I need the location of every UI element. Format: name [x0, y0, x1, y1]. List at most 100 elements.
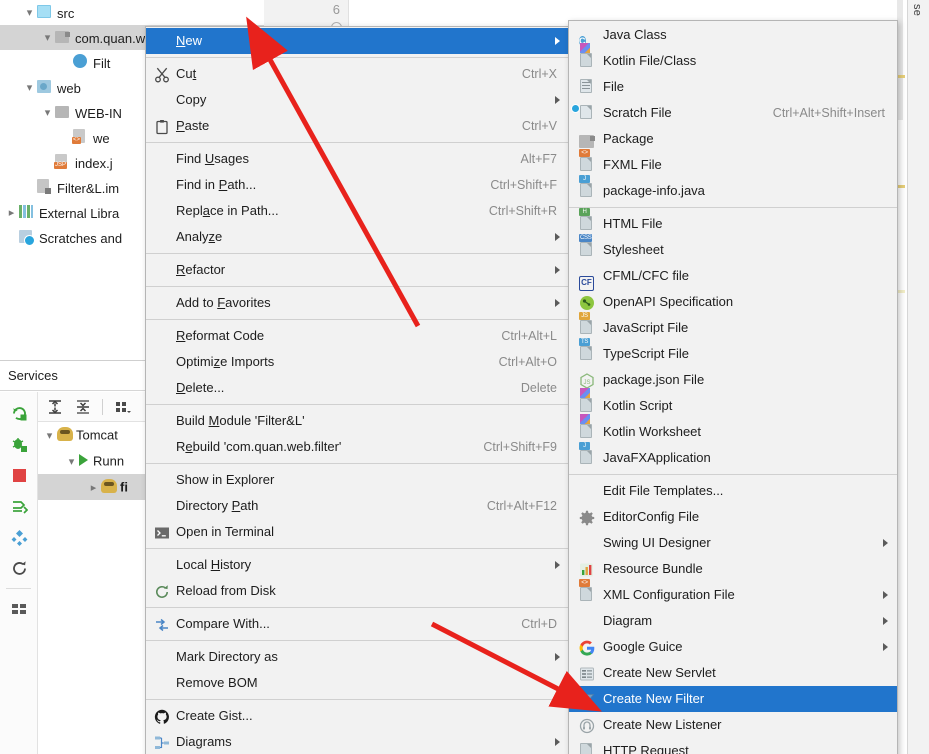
new-submenu-item[interactable]: C Java Class [569, 22, 897, 48]
new-submenu-item[interactable]: CSS Stylesheet [569, 234, 897, 263]
java-class-icon: C [579, 36, 586, 46]
new-submenu-item[interactable]: Swing UI Designer [569, 530, 897, 556]
menu-item-label: File [603, 79, 624, 94]
chevron-right-icon[interactable]: ▸ [4, 201, 19, 226]
new-submenu-item[interactable]: HTTP Request [569, 738, 897, 754]
expand-all-icon[interactable] [42, 395, 68, 419]
listener-icon [579, 717, 595, 734]
chevron-down-icon[interactable]: ▾ [40, 101, 55, 126]
new-submenu[interactable]: C Java Class Kotlin File/Class File Scratch … [568, 20, 898, 754]
new-submenu-item[interactable]: Kotlin File/Class [569, 43, 897, 74]
chevron-down-icon[interactable]: ▾ [22, 1, 37, 26]
new-submenu-item[interactable]: <> FXML File [569, 149, 897, 178]
project-context-menu[interactable]: New Cut Ctrl+X Copy Paste Ctrl+V Find Usages Al… [145, 26, 570, 754]
project-tree-item-label: Filt [93, 56, 111, 72]
project-tree-item-label: src [57, 6, 75, 22]
context-menu-item[interactable]: Show in Explorer [146, 467, 569, 493]
new-submenu-item[interactable]: EditorConfig File [569, 504, 897, 530]
menu-item-label: Diagrams [176, 734, 232, 749]
submenu-arrow-icon [883, 591, 888, 599]
chevron-down-icon[interactable]: ▾ [64, 449, 79, 475]
menu-separator [146, 607, 569, 608]
new-submenu-item[interactable]: Google Guice [569, 634, 897, 660]
context-menu-item[interactable]: Mark Directory as [146, 644, 569, 670]
project-tree-item-label: index.j [75, 156, 113, 172]
context-menu-item[interactable]: Reformat Code Ctrl+Alt+L [146, 323, 569, 349]
deploy-icon[interactable] [0, 491, 38, 522]
chevron-right-icon[interactable]: ▸ [86, 475, 101, 501]
services-action-sidebar[interactable] [0, 392, 38, 754]
new-submenu-item[interactable]: File [569, 74, 897, 100]
menu-item-label: Delete... [176, 380, 225, 395]
project-tree-item[interactable]: ▾ src [0, 0, 264, 25]
submenu-arrow-icon [883, 643, 888, 651]
menu-item-label: Find Usages [176, 151, 249, 166]
context-menu-item[interactable]: Find in Path... Ctrl+Shift+F [146, 172, 569, 198]
context-menu-item[interactable]: Copy [146, 87, 569, 113]
openapi-icon [579, 294, 595, 310]
new-submenu-item[interactable]: J JavaFXApplication [569, 442, 897, 471]
new-submenu-item[interactable]: Create New Filter [569, 686, 897, 712]
new-submenu-item[interactable]: <> XML Configuration File [569, 579, 897, 608]
file-icon [579, 79, 595, 95]
new-submenu-item[interactable]: Jpackage-info.java [569, 175, 897, 204]
context-menu-item[interactable]: Add to Favorites [146, 290, 569, 316]
rerun-icon[interactable] [0, 398, 38, 429]
context-menu-item[interactable]: Open in Terminal [146, 519, 569, 545]
chevron-down-icon[interactable]: ▾ [22, 76, 37, 101]
layout-icon[interactable] [0, 593, 38, 624]
new-submenu-item[interactable]: TS TypeScript File [569, 338, 897, 367]
menu-item-label: Show in Explorer [176, 472, 275, 487]
context-menu-item[interactable]: Replace in Path... Ctrl+Shift+R [146, 198, 569, 224]
debug-icon[interactable] [0, 429, 38, 460]
context-menu-item[interactable]: Compare With... Ctrl+D [146, 611, 569, 637]
context-menu-item[interactable]: Rebuild 'com.quan.web.filter' Ctrl+Shift+… [146, 434, 569, 460]
new-submenu-item[interactable]: Create New Servlet [569, 660, 897, 686]
new-submenu-item[interactable]: Create New Listener [569, 712, 897, 738]
context-menu-item[interactable]: Refactor [146, 257, 569, 283]
context-menu-item[interactable]: Delete... Delete [146, 375, 569, 401]
context-menu-item[interactable]: Reload from Disk [146, 578, 569, 604]
context-menu-item[interactable]: Analyze [146, 224, 569, 250]
menu-item-label: XML Configuration File [603, 587, 735, 602]
context-menu-item[interactable]: Remove BOM [146, 670, 569, 696]
context-menu-item[interactable]: Local History [146, 552, 569, 578]
chevron-down-icon[interactable]: ▾ [40, 26, 55, 51]
new-submenu-item[interactable]: JS package.json File [569, 367, 897, 393]
new-submenu-item[interactable]: JS JavaScript File [569, 312, 897, 341]
new-submenu-item[interactable]: Kotlin Worksheet [569, 414, 897, 445]
context-menu-item[interactable]: Create Gist... [146, 703, 569, 729]
new-submenu-item[interactable]: Kotlin Script [569, 388, 897, 419]
chevron-down-icon[interactable]: ▾ [42, 423, 57, 449]
menu-item-label: Open in Terminal [176, 524, 275, 539]
new-submenu-item[interactable]: OpenAPI Specification [569, 289, 897, 315]
menu-item-label: Scratch File [603, 105, 672, 120]
menu-item-label: Optimize Imports [176, 354, 275, 369]
menu-separator [146, 319, 569, 320]
context-menu-item[interactable]: Find Usages Alt+F7 [146, 146, 569, 172]
new-submenu-item[interactable]: Edit File Templates... [569, 478, 897, 504]
new-submenu-item[interactable]: Package [569, 126, 897, 152]
new-submenu-item[interactable]: Resource Bundle [569, 556, 897, 582]
context-menu-item[interactable]: New [146, 28, 569, 54]
context-menu-item[interactable]: Directory Path Ctrl+Alt+F12 [146, 493, 569, 519]
nodejs-icon: JS [579, 372, 595, 389]
context-menu-item[interactable]: Diagrams [146, 729, 569, 754]
right-tool-tab-label[interactable]: se [911, 4, 923, 16]
collapse-all-icon[interactable] [70, 395, 96, 419]
modules-icon[interactable] [0, 522, 38, 553]
menu-separator [146, 142, 569, 143]
context-menu-item[interactable]: Paste Ctrl+V [146, 113, 569, 139]
new-submenu-item[interactable]: CF CFML/CFC file [569, 263, 897, 291]
new-submenu-item[interactable]: Diagram [569, 608, 897, 634]
new-submenu-item[interactable]: Scratch File Ctrl+Alt+Shift+Insert [569, 100, 897, 126]
context-menu-item[interactable]: Cut Ctrl+X [146, 61, 569, 87]
group-by-icon[interactable] [109, 395, 135, 419]
restart-icon[interactable] [0, 553, 38, 584]
context-menu-item[interactable]: Optimize Imports Ctrl+Alt+O [146, 349, 569, 375]
menu-separator [146, 404, 569, 405]
context-menu-item[interactable]: Build Module 'Filter&L' [146, 408, 569, 434]
new-submenu-item[interactable]: H HTML File [569, 208, 897, 237]
submenu-arrow-icon [883, 617, 888, 625]
stop-icon[interactable] [0, 460, 38, 491]
